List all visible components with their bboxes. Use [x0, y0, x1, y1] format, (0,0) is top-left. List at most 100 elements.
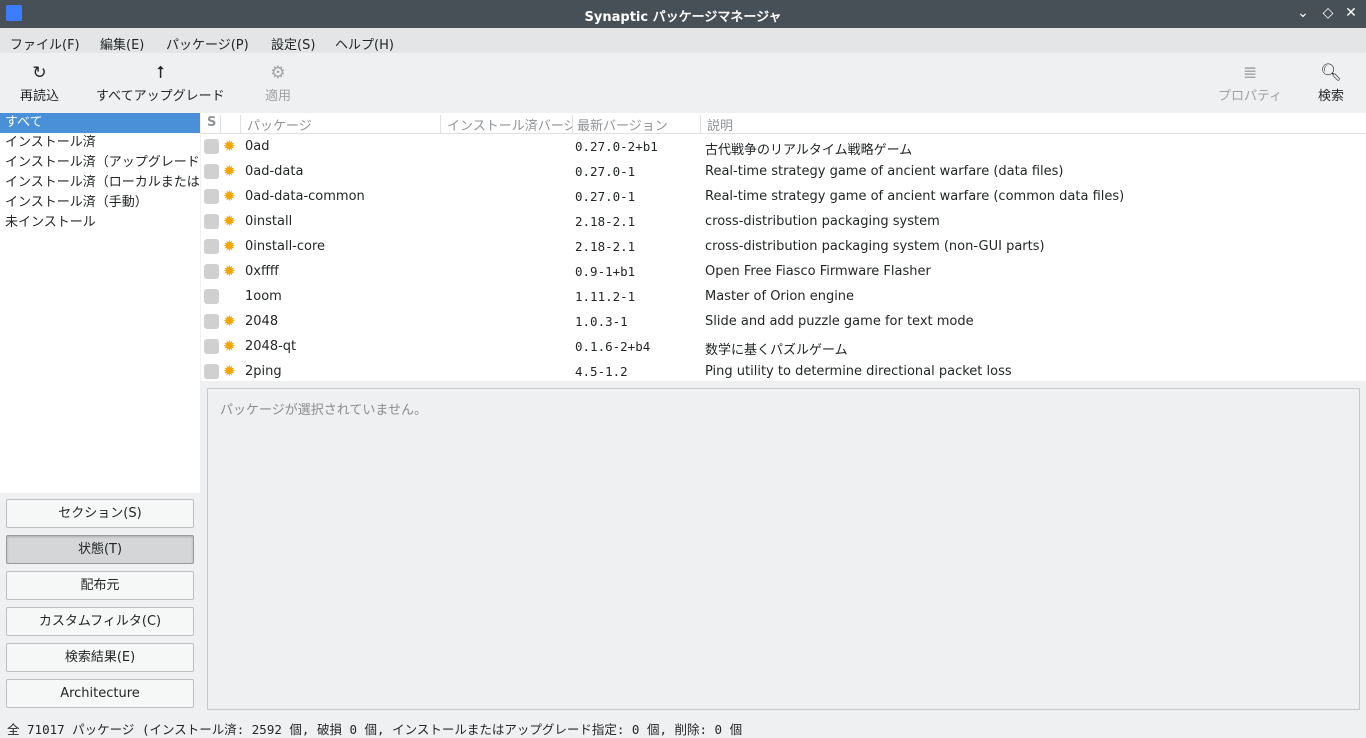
search-button[interactable]: 🔍︎ 検索 — [1318, 63, 1344, 104]
menu-edit[interactable]: 編集(E) — [100, 34, 144, 53]
list-header: S パッケージ インストール済バージョン 最新バージョン 説明 — [201, 113, 1366, 134]
title-bar: Synaptic パッケージマネージャ ⌄ ◇ ✕ — [0, 0, 1366, 28]
package-row[interactable]: ✹ 0xffff 0.9-1+b1 Open Free Fiasco Firmware… — [201, 259, 1366, 284]
package-description: 数学に基くパズルゲーム — [705, 343, 848, 358]
col-installed-version[interactable]: インストール済バージョン — [441, 115, 573, 133]
properties-icon: ≣ — [1242, 63, 1258, 83]
package-description: Real-time strategy game of ancient warfa… — [705, 189, 1125, 204]
package-checkbox[interactable] — [204, 189, 219, 204]
package-checkbox[interactable] — [204, 364, 219, 379]
toolbar: ↻ 再読込 ⭡ すべてアップグレード ⚙ 適用 ≣ プロパティ 🔍︎ 検索 — [0, 53, 1366, 113]
search-icon: 🔍︎ — [1320, 63, 1342, 83]
package-row[interactable]: ✹ 0install-core 2.18-2.1 cross-distribution… — [201, 234, 1366, 259]
gears-icon: ⚙ — [270, 63, 286, 83]
supported-badge-icon: ✹ — [223, 187, 236, 205]
menu-bar: ファイル(F) 編集(E) パッケージ(P) 設定(S) ヘルプ(H) — [0, 28, 1366, 53]
package-checkbox[interactable] — [204, 139, 219, 154]
package-checkbox[interactable] — [204, 164, 219, 179]
menu-package[interactable]: パッケージ(P) — [166, 34, 249, 53]
filter-list: すべて インストール済 インストール済（アップグレード可能） インストール済（ロ… — [0, 113, 200, 493]
upgrade-all-button[interactable]: ⭡ すべてアップグレード — [96, 63, 225, 104]
filter-upgradable[interactable]: インストール済（アップグレード可能） — [0, 153, 200, 173]
package-description: cross-distribution packaging system (non… — [705, 239, 1045, 254]
window-title: Synaptic パッケージマネージャ — [584, 10, 782, 25]
package-row[interactable]: ✹ 0ad 0.27.0-2+b1 古代戦争のリアルタイム戦略ゲーム — [201, 134, 1366, 159]
package-list: S パッケージ インストール済バージョン 最新バージョン 説明 ✹ 0ad 0.27… — [201, 113, 1366, 381]
supported-badge-icon: ✹ — [223, 237, 236, 255]
origin-button[interactable]: 配布元 — [6, 571, 194, 600]
package-row[interactable]: ✹ 0ad-data-common 0.27.0-1 Real-time strate… — [201, 184, 1366, 209]
package-description: Master of Orion engine — [705, 289, 855, 304]
col-status[interactable]: S — [201, 115, 221, 133]
package-row[interactable]: ✹ 0install 2.18-2.1 cross-distribution pack… — [201, 209, 1366, 234]
filter-manual[interactable]: インストール済（手動） — [0, 193, 200, 213]
package-description: Ping utility to determine directional pa… — [705, 364, 1012, 379]
menu-settings[interactable]: 設定(S) — [271, 34, 315, 53]
package-description: Open Free Fiasco Firmware Flasher — [705, 264, 931, 279]
package-checkbox[interactable] — [204, 214, 219, 229]
latest-version: 4.5-1.2 — [575, 364, 628, 379]
package-name: 0xffff — [245, 264, 279, 279]
filter-local-obsolete[interactable]: インストール済（ローカルまたは廃止） — [0, 173, 200, 193]
latest-version: 1.0.3-1 — [575, 314, 628, 329]
package-name: 2048-qt — [245, 339, 297, 354]
latest-version: 0.9-1+b1 — [575, 264, 636, 279]
col-description[interactable]: 説明 — [701, 115, 1366, 133]
package-row[interactable]: ✹ 2048 1.0.3-1 Slide and add puzzle game fo… — [201, 309, 1366, 334]
search-results-button[interactable]: 検索結果(E) — [6, 643, 194, 672]
package-row[interactable]: ✹ 2048-qt 0.1.6-2+b4 数学に基くパズルゲーム — [201, 334, 1366, 359]
package-row[interactable]: 1oom 1.11.2-1 Master of Orion engine — [201, 284, 1366, 309]
supported-badge-icon: ✹ — [223, 162, 236, 180]
maximize-icon[interactable]: ◇ — [1319, 5, 1337, 21]
upgrade-icon: ⭡ — [156, 63, 165, 83]
package-name: 0ad — [245, 139, 270, 154]
architecture-button[interactable]: Architecture — [6, 679, 194, 708]
supported-badge-icon: ✹ — [223, 212, 236, 230]
package-description: Real-time strategy game of ancient warfa… — [705, 164, 1064, 179]
package-name: 2ping — [245, 364, 282, 379]
filter-all[interactable]: すべて — [0, 113, 200, 133]
apply-button[interactable]: ⚙ 適用 — [265, 63, 291, 104]
package-row[interactable]: ✹ 0ad-data 0.27.0-1 Real-time strategy game… — [201, 159, 1366, 184]
package-details: パッケージが選択されていません。 — [207, 388, 1360, 710]
package-row[interactable]: ✹ 2ping 4.5-1.2 Ping utility to determine d… — [201, 359, 1366, 384]
supported-badge-icon: ✹ — [223, 362, 236, 380]
custom-filter-button[interactable]: カスタムフィルタ(C) — [6, 607, 194, 636]
close-icon[interactable]: ✕ — [1342, 5, 1360, 21]
package-name: 0install-core — [245, 239, 326, 254]
status-button[interactable]: 状態(T) — [6, 535, 194, 564]
package-name: 2048 — [245, 314, 279, 329]
col-support[interactable] — [221, 115, 241, 133]
supported-badge-icon: ✹ — [223, 312, 236, 330]
menu-help[interactable]: ヘルプ(H) — [335, 34, 394, 53]
latest-version: 0.27.0-1 — [575, 189, 636, 204]
menu-file[interactable]: ファイル(F) — [10, 34, 80, 53]
latest-version: 2.18-2.1 — [575, 239, 636, 254]
package-name: 0install — [245, 214, 293, 229]
package-checkbox[interactable] — [204, 314, 219, 329]
latest-version: 0.27.0-1 — [575, 164, 636, 179]
no-selection-text: パッケージが選択されていません。 — [220, 403, 427, 418]
supported-badge-icon: ✹ — [223, 337, 236, 355]
package-description: cross-distribution packaging system — [705, 214, 940, 229]
properties-button[interactable]: ≣ プロパティ — [1218, 63, 1282, 104]
latest-version: 0.27.0-2+b1 — [575, 139, 658, 154]
reload-icon: ↻ — [32, 63, 47, 83]
status-bar: 全 71017 パッケージ (インストール済: 2592 個, 破損 0 個, … — [7, 722, 743, 737]
col-package[interactable]: パッケージ — [241, 115, 441, 133]
filter-not-installed[interactable]: 未インストール — [0, 213, 200, 233]
package-checkbox[interactable] — [204, 289, 219, 304]
package-checkbox[interactable] — [204, 339, 219, 354]
sections-button[interactable]: セクション(S) — [6, 499, 194, 528]
supported-badge-icon: ✹ — [223, 137, 236, 155]
minimize-icon[interactable]: ⌄ — [1294, 5, 1312, 21]
package-description: Slide and add puzzle game for text mode — [705, 314, 974, 329]
reload-button[interactable]: ↻ 再読込 — [20, 63, 59, 104]
latest-version: 0.1.6-2+b4 — [575, 339, 651, 354]
filter-installed[interactable]: インストール済 — [0, 133, 200, 153]
package-checkbox[interactable] — [204, 239, 219, 254]
package-checkbox[interactable] — [204, 264, 219, 279]
col-latest-version[interactable]: 最新バージョン — [573, 115, 701, 133]
supported-badge-icon: ✹ — [223, 262, 236, 280]
latest-version: 2.18-2.1 — [575, 214, 636, 229]
